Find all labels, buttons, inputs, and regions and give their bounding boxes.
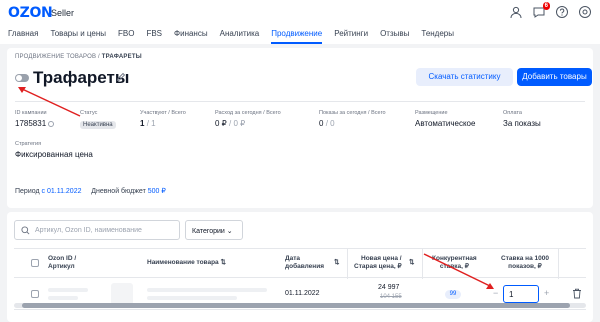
- annotation-arrow-bid: [423, 253, 494, 289]
- annotation-arrows: [18, 87, 494, 289]
- annotation-arrow-toggle: [18, 87, 81, 117]
